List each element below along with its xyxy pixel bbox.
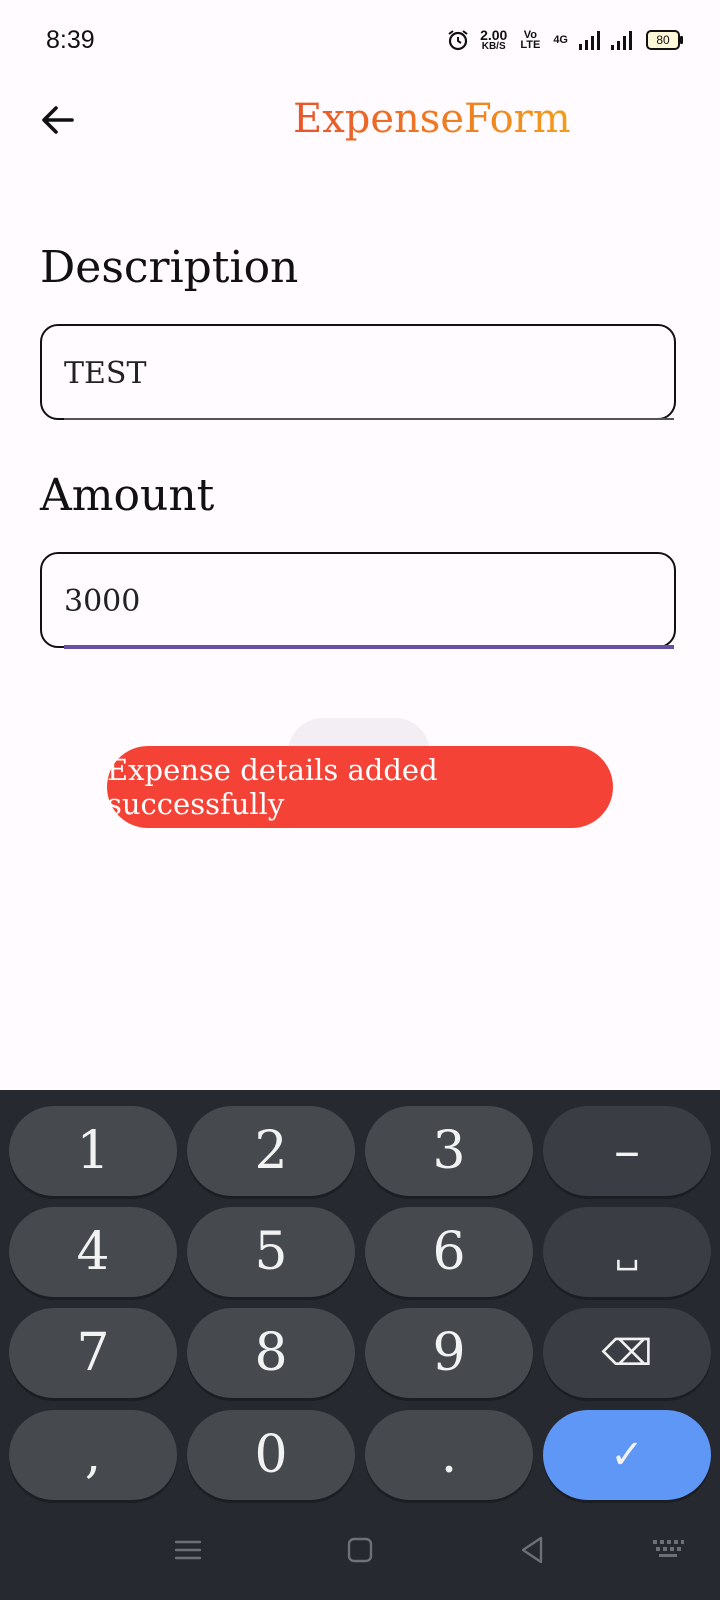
snackbar-message: Expense details added successfully bbox=[107, 753, 438, 821]
back-icon[interactable] bbox=[514, 1532, 550, 1568]
back-arrow-icon[interactable] bbox=[38, 100, 78, 140]
status-icons: 2.00 KB/S Vo LTE 4G 80 bbox=[446, 28, 683, 52]
key-5[interactable]: 5 bbox=[187, 1207, 355, 1297]
key-8[interactable]: 8 bbox=[187, 1308, 355, 1398]
description-label: Description bbox=[40, 242, 299, 293]
key-3[interactable]: 3 bbox=[365, 1106, 533, 1196]
key-minus[interactable]: – bbox=[543, 1106, 711, 1196]
volte-indicator: Vo LTE bbox=[520, 29, 541, 51]
key-space[interactable]: ␣ bbox=[543, 1207, 711, 1297]
net-speed: 2.00 KB/S bbox=[480, 28, 507, 52]
key-comma[interactable]: , bbox=[9, 1410, 177, 1500]
net-speed-unit: KB/S bbox=[481, 41, 506, 52]
alarm-icon bbox=[448, 30, 468, 51]
network-type: 4G bbox=[553, 34, 568, 46]
key-9[interactable]: 9 bbox=[365, 1308, 533, 1398]
home-icon[interactable] bbox=[342, 1532, 378, 1568]
key-2[interactable]: 2 bbox=[187, 1106, 355, 1196]
page-title: ExpenseForm bbox=[293, 96, 571, 142]
status-time: 8:39 bbox=[46, 26, 95, 54]
description-value: TEST bbox=[64, 356, 147, 391]
amount-focus-underline bbox=[64, 645, 674, 649]
amount-value: 3000 bbox=[64, 584, 141, 619]
net-speed-value: 2.00 bbox=[480, 27, 508, 43]
description-underline bbox=[64, 418, 674, 420]
keyboard-switch-icon[interactable] bbox=[650, 1532, 686, 1568]
key-7[interactable]: 7 bbox=[9, 1308, 177, 1398]
signal-icon-1 bbox=[579, 31, 600, 50]
key-0[interactable]: 0 bbox=[187, 1410, 355, 1500]
signal-icon-2 bbox=[611, 31, 632, 50]
key-backspace[interactable]: ⌫ bbox=[543, 1308, 711, 1398]
amount-field[interactable]: 3000 bbox=[40, 552, 676, 649]
key-period[interactable]: . bbox=[365, 1410, 533, 1500]
status-bar: 8:39 2.00 KB/S Vo LTE 4G 80 bbox=[0, 0, 720, 88]
key-6[interactable]: 6 bbox=[365, 1207, 533, 1297]
system-nav-bar bbox=[0, 1500, 720, 1600]
key-done[interactable]: ✓ bbox=[543, 1410, 711, 1500]
key-1[interactable]: 1 bbox=[9, 1106, 177, 1196]
battery-icon: 80 bbox=[646, 30, 683, 50]
description-field[interactable]: TEST bbox=[40, 324, 676, 420]
key-4[interactable]: 4 bbox=[9, 1207, 177, 1297]
battery-level: 80 bbox=[656, 33, 670, 47]
success-snackbar: Expense details added successfully bbox=[107, 746, 613, 828]
amount-label: Amount bbox=[40, 470, 215, 521]
app-bar: ExpenseForm bbox=[0, 88, 720, 152]
menu-icon[interactable] bbox=[170, 1532, 206, 1568]
